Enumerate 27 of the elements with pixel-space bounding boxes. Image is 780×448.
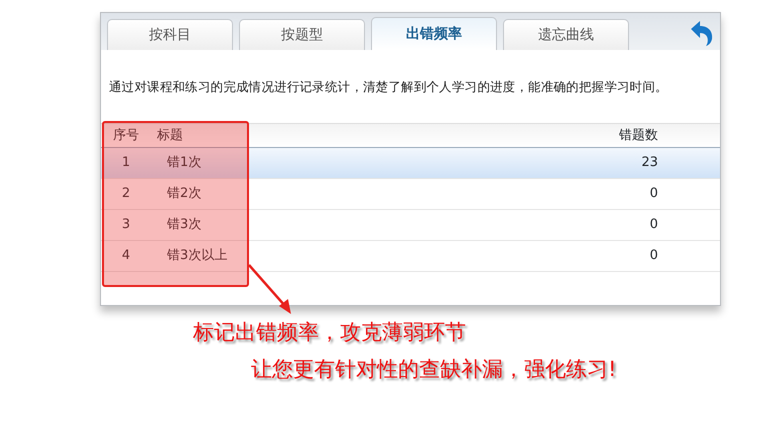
table-cell: 错2次 [167,186,202,202]
table-row[interactable]: 4 错3次以上 0 [101,241,720,272]
table-cell: 错3次以上 [167,248,228,264]
table-cell: 错3次 [167,217,202,232]
arrow [248,264,291,314]
table-row[interactable]: 3 错3次 0 [101,210,720,241]
column-header: 标题 [156,126,184,145]
table-cell: 0 [650,248,658,264]
table-cell: 0 [650,217,658,232]
column-header: 序号 [112,126,140,145]
table-cell: 0 [650,186,658,202]
callout-text: 标记出错频率，攻克薄弱环节 [193,320,467,346]
table-cell: 4 [122,248,130,264]
table-cell: 2 [122,186,130,202]
table-row[interactable]: 1 错1次 23 [101,148,720,179]
tab[interactable]: 按题型 [239,19,365,50]
tab[interactable]: 出错频率 [371,17,497,50]
callout-text: 让您更有针对性的查缺补漏，强化练习! [251,357,618,382]
table-cell: 错1次 [167,155,202,170]
table-cell: 1 [122,155,130,170]
table-cell: 23 [641,155,658,170]
table-row[interactable]: 2 错2次 0 [101,179,720,210]
column-header: 错题数 [618,126,659,145]
table-cell: 3 [122,217,130,232]
description-text: 通过对课程和练习的完成情况进行记录统计，清楚了解到个人学习的进度，能准确的把握学习时间。 [108,78,669,96]
tab[interactable]: 遗忘曲线 [503,19,629,50]
tab[interactable]: 按科目 [107,19,233,50]
